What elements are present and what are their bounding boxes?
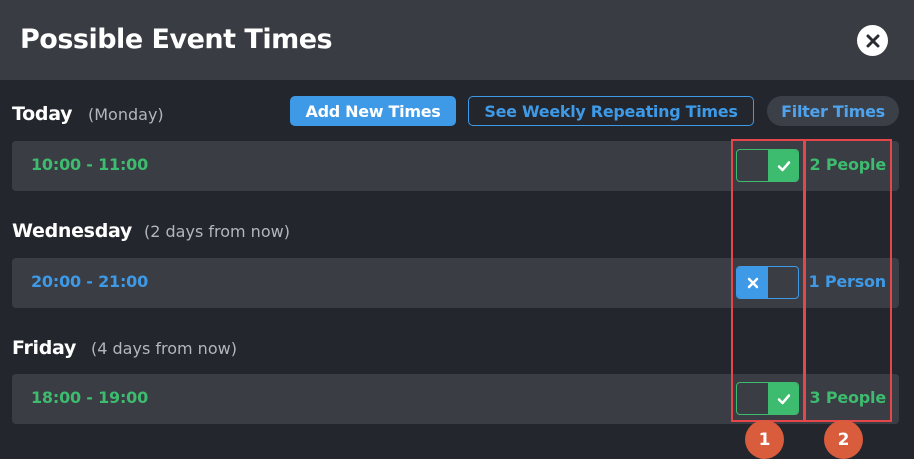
day-subtitle: (Monday) [88, 105, 164, 124]
day-heading: Wednesday [12, 220, 133, 242]
add-new-times-button[interactable]: Add New Times [290, 96, 456, 126]
time-slot-label: 20:00 - 21:00 [31, 272, 149, 291]
day-heading: Today [12, 103, 73, 125]
filter-times-button[interactable]: Filter Times [767, 96, 899, 126]
annotation-box-counts [804, 139, 892, 422]
time-slot-label: 10:00 - 11:00 [31, 155, 149, 174]
close-icon [866, 34, 879, 47]
day-subtitle: (2 days from now) [144, 222, 290, 241]
dialog-header: Possible Event Times [0, 0, 914, 80]
day-subtitle: (4 days from now) [91, 339, 237, 358]
weekly-repeating-times-button[interactable]: See Weekly Repeating Times [468, 96, 754, 126]
time-slot-label: 18:00 - 19:00 [31, 388, 149, 407]
annotation-box-toggles [731, 139, 805, 422]
close-button[interactable] [857, 25, 888, 56]
annotation-marker-1: 1 [745, 420, 784, 459]
day-heading: Friday [12, 337, 77, 359]
annotation-marker-2: 2 [824, 420, 863, 459]
dialog-title: Possible Event Times [20, 24, 333, 55]
